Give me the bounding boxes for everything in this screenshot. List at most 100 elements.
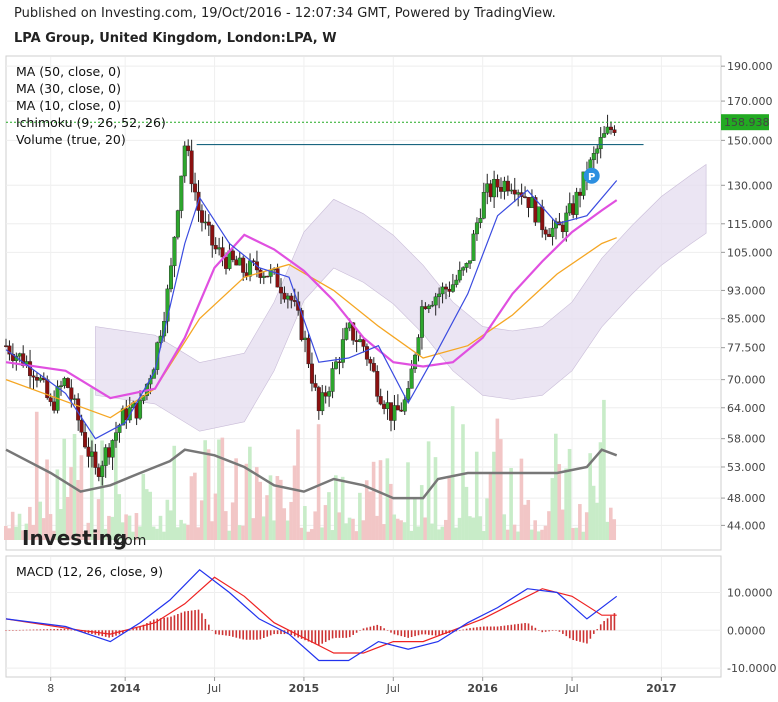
candle-body [499, 186, 504, 192]
macd-histogram-bar [180, 612, 183, 631]
volume-bar [189, 476, 194, 540]
y-tick-label: 58.000 [727, 433, 766, 446]
volume-bar [254, 467, 259, 540]
macd-histogram-bar [486, 626, 489, 631]
macd-histogram-bar [403, 630, 406, 637]
volume-bar [141, 473, 146, 540]
y-tick-label: 44.000 [727, 519, 766, 532]
candle-body [337, 361, 342, 363]
candle-body [182, 145, 187, 177]
volume-bar [433, 457, 438, 540]
volume-bar [519, 458, 524, 540]
candle-body [523, 196, 528, 198]
volume-bar [182, 523, 187, 540]
volume-bar [292, 465, 297, 540]
candle-body [478, 218, 483, 223]
macd-histogram-bar [36, 629, 38, 631]
candle-body [595, 148, 600, 154]
macd-histogram-bar [428, 630, 430, 635]
volume-bar [186, 524, 190, 540]
volume-bar [547, 511, 551, 540]
macd-histogram-bar [603, 620, 605, 631]
macd-histogram-bar [70, 629, 73, 631]
candle-body [230, 250, 235, 260]
volume-bar [234, 458, 238, 540]
volume-bar [289, 501, 293, 540]
volume-bar [309, 529, 314, 540]
candle-body [571, 203, 576, 215]
candle-body [138, 400, 143, 419]
macd-histogram-bar [211, 630, 214, 631]
macd-histogram-bar [379, 626, 382, 631]
x-tick-label: 8 [47, 682, 54, 695]
volume-bar [402, 522, 407, 540]
macd-histogram-bar [472, 627, 475, 631]
candle-body [598, 137, 603, 150]
volume-bar [327, 492, 331, 540]
macd-histogram-bar [390, 630, 392, 633]
volume-bar [481, 531, 486, 540]
volume-bar [444, 519, 448, 540]
y-tick-label: 93.000 [727, 284, 766, 297]
macd-histogram-bar [359, 630, 361, 631]
macd-histogram-bar [204, 618, 207, 631]
volume-bar [313, 511, 317, 540]
volume-bar [578, 504, 582, 540]
macd-histogram-bar [479, 626, 482, 631]
volume-bar [340, 476, 345, 540]
macd-histogram-bar [197, 609, 200, 631]
macd-histogram-bar [221, 630, 224, 636]
macd-histogram-bar [373, 625, 375, 631]
volume-bar [409, 530, 414, 540]
macd-histogram-bar [32, 629, 35, 631]
macd-histogram-bar [252, 630, 255, 640]
macd-histogram-bar [128, 630, 131, 631]
macd-histogram-bar [383, 628, 385, 631]
y-tick-label: 85.000 [727, 313, 766, 326]
macd-histogram-bar [534, 627, 537, 631]
candle-body [279, 286, 284, 294]
candle-body [488, 183, 493, 198]
macd-histogram-bar [483, 626, 485, 631]
macd-histogram-bar [8, 630, 11, 631]
macd-histogram-bar [173, 615, 176, 631]
volume-bar [488, 473, 493, 540]
macd-histogram-bar [414, 630, 416, 637]
candle-body [430, 304, 435, 307]
volume-bar [296, 429, 300, 540]
macd-histogram-bar [421, 630, 423, 635]
macd-histogram-bar [266, 630, 269, 637]
volume-bar [554, 433, 558, 540]
volume-bar [598, 442, 603, 540]
macd-histogram-bar [397, 630, 399, 636]
macd-histogram-bar [348, 630, 351, 638]
candle-body [217, 247, 222, 250]
candle-body [103, 447, 108, 466]
volume-bar [505, 529, 510, 540]
volume-bar [502, 514, 507, 540]
volume-bar [148, 491, 152, 540]
candle-body [120, 408, 125, 426]
volume-bar [330, 530, 335, 540]
volume-bar [169, 510, 173, 540]
legend-ma30: MA (30, close, 0) [16, 81, 121, 96]
volume-bar [389, 483, 393, 540]
candle-body [62, 378, 67, 386]
macd-histogram-bar [190, 610, 193, 631]
volume-bar [344, 523, 348, 540]
volume-bar [526, 499, 531, 540]
macd-histogram-bar [544, 630, 547, 632]
chart-canvas[interactable]: 158.938 P 190.000 170.000 150.000 130.000 115… [0, 0, 778, 702]
candle-body [172, 236, 177, 267]
macd-histogram-bar [575, 630, 578, 641]
macd-histogram-bar [170, 616, 172, 631]
volume-bar [213, 493, 218, 540]
volume-bar [457, 517, 462, 540]
volume-bar [591, 485, 596, 540]
macd-histogram-bar [60, 628, 62, 631]
volume-bar [492, 451, 496, 540]
macd-histogram-bar [218, 630, 220, 635]
x-tick-label: 2014 [110, 682, 141, 695]
macd-histogram-bar [331, 630, 334, 639]
x-tick-label: Jul [564, 682, 578, 695]
